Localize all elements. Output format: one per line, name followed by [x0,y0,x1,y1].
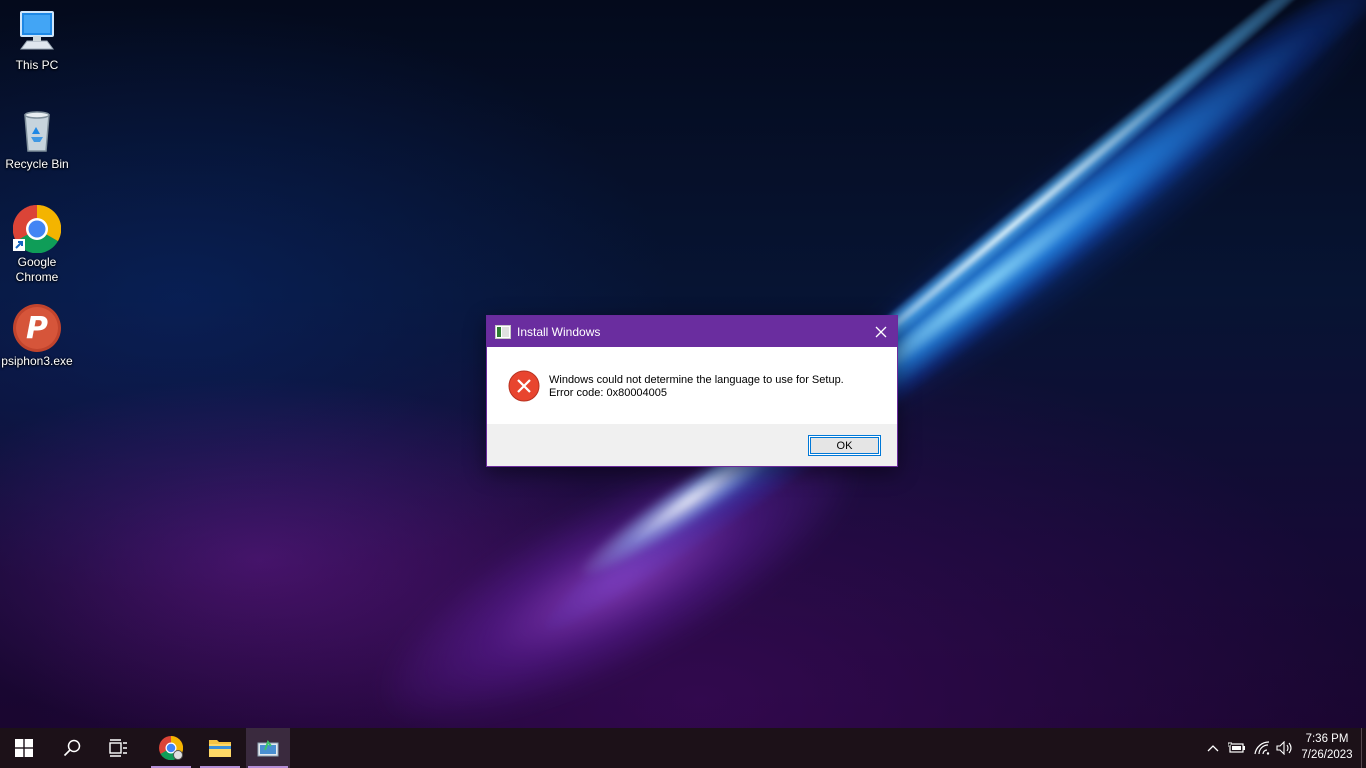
task-view-button[interactable] [97,728,141,768]
computer-icon [13,8,61,56]
wifi-icon [1254,741,1270,755]
install-windows-dialog: Install Windows Windows could not determ… [486,315,898,467]
network-tray-button[interactable] [1251,728,1273,768]
dialog-titlebar[interactable]: Install Windows [487,316,897,347]
clock-time: 7:36 PM [1305,733,1349,745]
taskbar: 7:36 PM 7/26/2023 [0,728,1366,768]
volume-tray-button[interactable] [1274,728,1296,768]
desktop-icon-recycle-bin[interactable]: Recycle Bin [0,107,74,172]
psiphon-icon: P [13,304,61,352]
desktop: This PC Recycle Bin Google Chrome P psip… [0,0,1366,728]
desktop-icon-google-chrome[interactable]: Google Chrome [0,204,74,285]
chevron-up-icon [1207,745,1219,752]
search-icon [63,739,81,757]
start-button[interactable] [2,728,46,768]
desktop-icon-label: This PC [15,58,59,72]
taskbar-chrome[interactable] [149,728,193,768]
taskbar-file-explorer[interactable] [198,728,242,768]
chrome-icon [159,736,183,760]
show-hidden-icons-button[interactable] [1202,728,1224,768]
desktop-icon-psiphon[interactable]: P psiphon3.exe [0,304,74,369]
error-code: Error code: 0x80004005 [549,387,668,399]
file-explorer-icon [209,740,231,757]
desktop-icon-this-pc[interactable]: This PC [0,8,74,73]
windows-start-icon [15,739,33,757]
clock-date: 7/26/2023 [1301,749,1353,761]
search-button[interactable] [50,728,94,768]
error-message: Windows could not determine the language… [549,374,844,400]
chrome-icon [12,204,62,254]
desktop-icon-label: psiphon3.exe [1,354,73,368]
windows-setup-icon [495,324,511,339]
dialog-title: Install Windows [517,324,601,339]
dialog-footer: OK [487,424,897,466]
battery-icon [1228,742,1245,753]
desktop-icon-label: Recycle Bin [5,157,69,171]
dialog-body: Windows could not determine the language… [487,347,897,424]
error-message-line: Windows could not determine the language… [549,374,844,386]
task-view-icon [109,739,127,757]
show-desktop-button[interactable] [1361,728,1366,768]
error-icon [508,370,540,402]
close-button[interactable] [865,316,897,347]
ok-button[interactable]: OK [808,435,881,456]
recycle-bin-icon [13,107,61,155]
wallpaper-streak-core [626,0,1366,553]
volume-icon [1276,741,1292,755]
clock[interactable]: 7:36 PM 7/26/2023 [1296,731,1358,763]
taskbar-windows-setup[interactable] [246,728,290,768]
close-icon [875,326,887,337]
svg-text:P: P [26,311,48,346]
windows-setup-icon [257,739,279,757]
desktop-icon-label: Google Chrome [15,255,59,284]
battery-tray-button[interactable] [1226,728,1248,768]
